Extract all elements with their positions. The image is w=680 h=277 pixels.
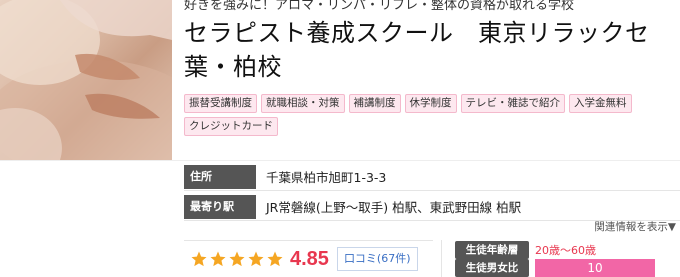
tag-free-admission: 入学金無料 [569, 94, 632, 113]
student-age-row: 生徒年齢層 20歳～60歳 [455, 241, 596, 259]
student-ratio-row: 生徒男女比 10 [455, 259, 655, 277]
address-label: 住所 [184, 164, 256, 189]
school-photo [0, 0, 172, 160]
station-row: 最寄り駅 JR常磐線(上野～取手) 柏駅、東武野田線 柏駅 [184, 193, 680, 221]
tag-leave: 休学制度 [404, 94, 457, 113]
school-name[interactable]: セラピスト養成スクール 東京リラックセ葉・柏校 [184, 16, 680, 84]
star-icon [266, 250, 284, 268]
school-tagline: 好きを強みに！アロマ・リンパ・リフレ・整体の資格が取れる学校 [184, 0, 575, 13]
review-count-link[interactable]: 口コミ(67件) [336, 247, 418, 271]
feature-tags: 振替受講制度 就職相談・対策 補講制度 休学制度 テレビ・雑誌で紹介 入学金無料… [184, 94, 674, 136]
tag-media: テレビ・雑誌で紹介 [460, 94, 565, 113]
tag-supplementary: 補講制度 [348, 94, 401, 113]
station-label: 最寄り駅 [184, 194, 256, 219]
rating-score: 4.85 [290, 247, 329, 270]
tag-transfer: 振替受講制度 [184, 94, 257, 113]
rating-stars [190, 250, 284, 268]
tag-credit-card: クレジットカード [184, 117, 278, 136]
address-value: 千葉県柏市旭町1-3-3 [266, 170, 387, 185]
star-icon [247, 250, 265, 268]
massage-photo [0, 0, 172, 160]
star-icon [228, 250, 246, 268]
star-icon [190, 250, 208, 268]
student-age-value: 20歳～60歳 [535, 244, 596, 257]
tag-job-support: 就職相談・対策 [261, 94, 345, 113]
star-icon [209, 250, 227, 268]
student-age-label: 生徒年齢層 [455, 241, 529, 259]
address-row: 住所 千葉県柏市旭町1-3-3 [184, 163, 680, 191]
info-table: 住所 千葉県柏市旭町1-3-3 最寄り駅 JR常磐線(上野～取手) 柏駅、東武野… [184, 163, 680, 223]
station-value: JR常磐線(上野～取手) 柏駅、東武野田線 柏駅 [266, 200, 522, 215]
student-ratio-label: 生徒男女比 [455, 259, 529, 277]
related-info-link[interactable]: 関連情報を表示▼ [594, 219, 676, 234]
section-divider [0, 160, 680, 161]
rating-box: 4.85 口コミ(67件) [184, 240, 433, 277]
gender-ratio-bar: 10 [535, 259, 655, 277]
vertical-divider [441, 240, 442, 277]
